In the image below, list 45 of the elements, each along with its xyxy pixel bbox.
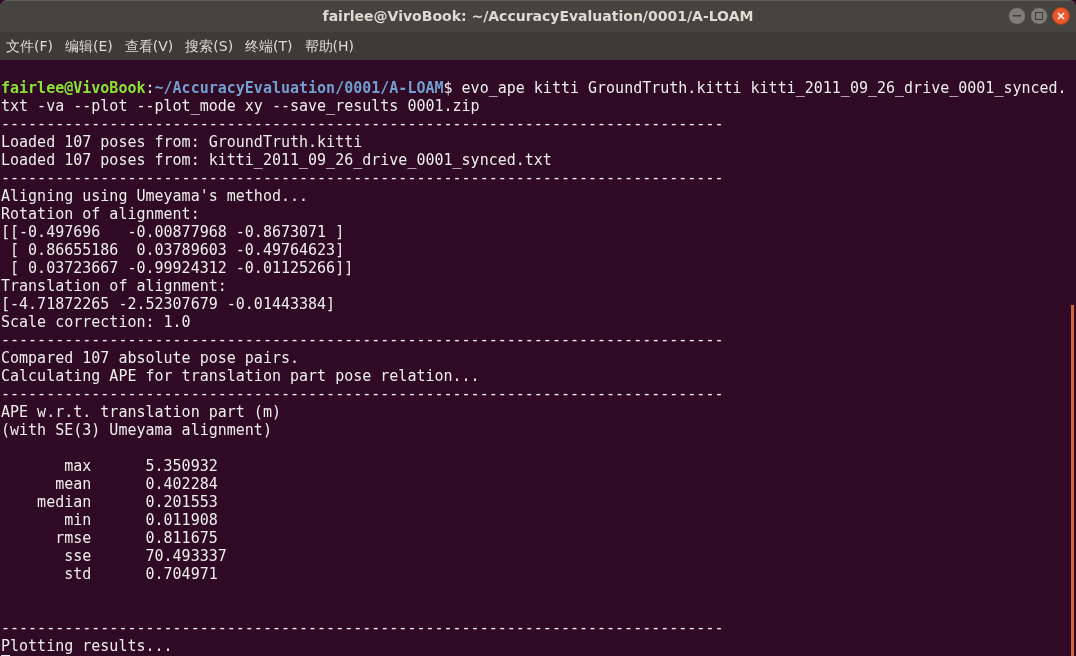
output-line: std 0.704971 — [63, 565, 218, 583]
menu-item[interactable]: 搜索(S) — [185, 35, 234, 57]
prompt-separator: : — [145, 79, 155, 97]
output-line: -------------------------------------------------------------------------------- — [1, 385, 724, 403]
menu-item[interactable]: 编辑(E) — [65, 35, 113, 57]
output-line: -------------------------------------------------------------------------------- — [1, 331, 724, 349]
output-line: txt -va --plot --plot_mode xy --save_results 0001.zip — [1, 97, 480, 115]
output-line: Loaded 107 poses from: kitti_2011_09_26_drive_0001_synced.txt — [1, 151, 552, 169]
output-line: min 0.011908 — [63, 511, 218, 529]
command-text: $ evo_ape kitti GroundTruth.kitti kitti_2011_09_26_drive_0001_synced. — [443, 79, 1067, 97]
scroll-bar[interactable] — [1071, 305, 1074, 656]
output-line: -------------------------------------------------------------------------------- — [1, 619, 724, 637]
output-line: (with SE(3) Umeyama alignment) — [1, 421, 272, 439]
output-line: Plotting results... — [1, 637, 173, 655]
output-line: sse 70.493337 — [63, 547, 227, 565]
output-line: Translation of alignment: — [1, 277, 227, 295]
minimize-button[interactable] — [1008, 7, 1026, 25]
output-line: [ 0.03723667 -0.99924312 -0.01125266]] — [9, 259, 354, 277]
output-line: -------------------------------------------------------------------------------- — [1, 169, 724, 187]
minimize-icon — [1013, 15, 1021, 17]
output-line: rmse 0.811675 — [54, 529, 218, 547]
close-button[interactable] — [1052, 7, 1070, 25]
output-line: mean 0.402284 — [54, 475, 218, 493]
menu-item[interactable]: 帮助(H) — [304, 35, 355, 57]
output-line: max 5.350932 — [63, 457, 218, 475]
menu-item[interactable]: 文件(F) — [6, 35, 53, 57]
output-line: median 0.201553 — [36, 493, 218, 511]
menu-item[interactable]: 终端(T) — [245, 35, 293, 57]
output-line: Scale correction: 1.0 — [1, 313, 191, 331]
output-line: [ 0.86655186 0.03789603 -0.49764623] — [9, 241, 345, 259]
output-line: [-4.71872265 -2.52307679 -0.01443384] — [1, 295, 336, 313]
output-line: -------------------------------------------------------------------------------- — [1, 115, 724, 133]
window-title: fairlee@VivoBook: ~/AccuracyEvaluation/0001/A-LOAM — [322, 7, 754, 26]
output-line: Compared 107 absolute pose pairs. — [1, 349, 299, 367]
prompt-path: ~/AccuracyEvaluation/0001/A-LOAM — [154, 79, 444, 97]
prompt-user-host: fairlee@VivoBook — [1, 79, 146, 97]
output-line: Rotation of alignment: — [1, 205, 200, 223]
menu-item[interactable]: 查看(V) — [124, 35, 174, 57]
maximize-icon — [1035, 12, 1043, 20]
output-line: APE w.r.t. translation part (m) — [1, 403, 281, 421]
output-line: Aligning using Umeyama's method... — [1, 187, 309, 205]
output-line: Calculating APE for translation part pose relation... — [1, 367, 480, 385]
output-line: Loaded 107 poses from: GroundTruth.kitti — [1, 133, 363, 151]
close-icon — [1057, 12, 1065, 20]
output-line: [[-0.497696 -0.00877968 -0.8673071 ] — [1, 223, 345, 241]
